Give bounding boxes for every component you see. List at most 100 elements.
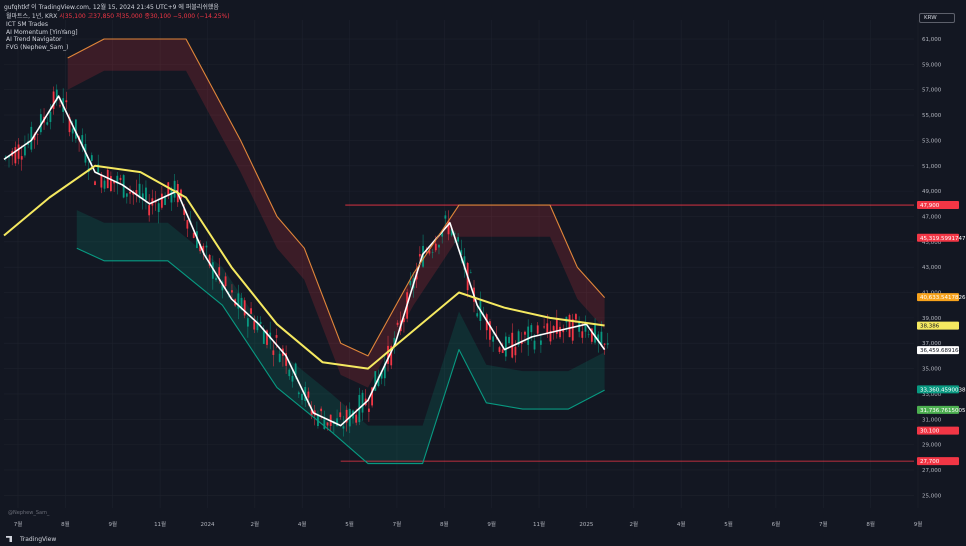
publish-info: gufqhtkf 이 TradingView.com, 12월 15, 2024…	[4, 4, 219, 11]
candle-body	[71, 128, 74, 134]
candle-body	[100, 175, 103, 188]
y-tick-label: 51,000	[922, 164, 942, 170]
candle-body	[476, 313, 479, 317]
indicator-ai-momentum[interactable]: AI Momentum [YinYang]	[6, 29, 230, 37]
x-tick-label: 2월	[251, 520, 260, 528]
y-tick-label: 57,000	[922, 88, 942, 94]
candle-body	[170, 189, 173, 203]
x-tick-label: 7월	[393, 520, 402, 528]
x-tick-label: 11월	[533, 520, 545, 528]
candle-body	[129, 191, 131, 194]
price-tag-label: 27,700	[920, 459, 940, 465]
price-tag: 40,633.5417826	[917, 293, 966, 302]
candle-body	[514, 346, 517, 356]
y-tick-label: 61,000	[922, 37, 942, 43]
candle-body	[205, 245, 208, 248]
candle-body	[186, 220, 189, 229]
x-tick-label: 2024	[200, 522, 214, 528]
candle-body	[103, 180, 106, 189]
y-tick-label: 39,000	[922, 316, 942, 322]
candle-body	[20, 156, 23, 160]
candle-body	[594, 323, 596, 343]
candle-body	[326, 422, 329, 426]
candle-body	[342, 426, 345, 429]
candle-body	[587, 334, 590, 336]
y-tick-label: 55,000	[922, 113, 942, 119]
candle-body	[546, 323, 549, 334]
candle-body	[110, 176, 112, 192]
candle-body	[603, 343, 606, 345]
x-tick-label: 8월	[440, 520, 449, 528]
price-tag-label: 36,459.6891644	[920, 348, 966, 354]
candle-body	[49, 111, 52, 122]
price-tag: 38,386	[917, 321, 959, 330]
indicator-ai-trend[interactable]: AI Trend Navigator	[6, 36, 230, 44]
price-tag: 45,319.5991747	[917, 233, 966, 242]
ohlc-values: 시35,100 고37,850 저35,000 종30,100 −5,000 (…	[59, 13, 230, 20]
x-tick-label: 4월	[298, 520, 307, 528]
indicator-ict[interactable]: ICT SM Trades	[6, 21, 230, 29]
price-tag: 47,900	[917, 201, 959, 210]
x-tick-label: 9월	[487, 520, 496, 528]
candle-body	[504, 336, 507, 357]
x-tick-label: 7월	[14, 520, 23, 528]
candle-body	[215, 277, 217, 280]
candle-body	[218, 267, 221, 276]
price-tag: 31,736.7615005	[917, 405, 966, 414]
y-tick-label: 43,000	[922, 265, 942, 271]
y-tick-label: 35,000	[922, 367, 942, 373]
footer: TradingView	[0, 532, 966, 546]
y-tick-label: 27,000	[922, 468, 942, 474]
candle-body	[323, 419, 326, 430]
x-tick-label: 8월	[866, 520, 875, 528]
candle-body	[90, 155, 93, 161]
candle-body	[578, 322, 581, 332]
candle-body	[65, 100, 68, 103]
brand-label: TradingView	[20, 535, 57, 543]
x-tick-label: 8월	[61, 520, 70, 528]
candle-body	[396, 322, 399, 325]
x-tick-label: 5월	[345, 520, 354, 528]
candle-body	[339, 412, 342, 418]
candle-body	[173, 180, 176, 198]
chart-canvas[interactable]: 61,000 59,000 57,000 55,000 53,000 51,000 49,0…	[0, 0, 966, 546]
y-tick-label: 31,000	[922, 417, 942, 423]
candle-body	[444, 215, 447, 219]
price-tag-label: 45,319.5991747	[920, 236, 966, 242]
candle-body	[559, 326, 561, 338]
candle-body	[418, 254, 421, 257]
candle-body	[501, 349, 504, 353]
symbol-label: 월마트스, 1년, KRX	[6, 13, 58, 20]
watermark: @Nephew_Sam_	[8, 510, 50, 516]
tradingview-logo-icon	[6, 536, 12, 542]
candle-body	[606, 343, 609, 345]
candle-body	[571, 319, 574, 341]
candle-body	[157, 203, 160, 213]
indicator-fvg[interactable]: FVG (Nephew_Sam_)	[6, 44, 230, 52]
candle-body	[498, 347, 501, 352]
candle-body	[581, 331, 584, 338]
currency-selector[interactable]: KRW	[919, 13, 955, 23]
x-tick-label: 6월	[772, 520, 781, 528]
candle-body	[46, 122, 49, 125]
candle-body	[148, 205, 151, 216]
candle-body	[24, 146, 26, 156]
candle-body	[355, 414, 358, 423]
candle-body	[297, 392, 300, 395]
candle-body	[431, 252, 434, 253]
x-tick-label: 7월	[819, 520, 828, 528]
y-tick-label: 25,000	[922, 493, 942, 499]
candle-body	[224, 276, 227, 287]
candle-body	[250, 308, 252, 314]
candle-body	[36, 134, 39, 135]
candle-body	[438, 244, 440, 248]
price-tag-label: 31,736.7615005	[920, 408, 966, 414]
candle-body	[552, 326, 555, 331]
y-tick-label: 53,000	[922, 138, 942, 144]
candle-body	[301, 393, 303, 400]
candle-body	[59, 105, 61, 107]
candle-body	[368, 408, 370, 412]
candle-body	[288, 369, 291, 377]
x-tick-label: 5월	[724, 520, 733, 528]
candle-body	[568, 314, 571, 338]
